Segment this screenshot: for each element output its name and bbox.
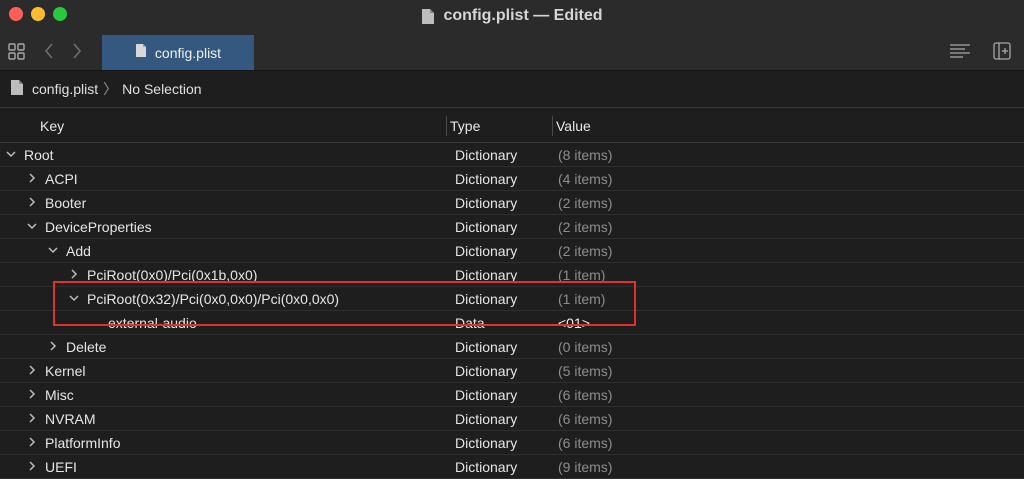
document-icon bbox=[421, 8, 435, 25]
chevron-right-icon[interactable] bbox=[46, 338, 60, 354]
minimize-window-button[interactable] bbox=[31, 7, 45, 21]
row-value[interactable]: (2 items) bbox=[558, 195, 612, 211]
row-type[interactable]: Dictionary bbox=[455, 267, 517, 283]
table-row[interactable]: DeviceProperties Dictionary (2 items) bbox=[0, 215, 1024, 239]
document-icon bbox=[10, 79, 24, 99]
row-key[interactable]: Root bbox=[24, 147, 54, 163]
row-key[interactable]: Delete bbox=[66, 339, 106, 355]
row-type[interactable]: Dictionary bbox=[455, 171, 517, 187]
row-value[interactable]: (2 items) bbox=[558, 219, 612, 235]
table-row[interactable]: Misc Dictionary (6 items) bbox=[0, 383, 1024, 407]
column-header: Key Type Value bbox=[0, 110, 1024, 143]
column-divider[interactable] bbox=[446, 116, 447, 136]
row-type[interactable]: Dictionary bbox=[455, 411, 517, 427]
plist-outline: Root Dictionary (8 items) ACPI Dictionar… bbox=[0, 143, 1024, 479]
row-key[interactable]: NVRAM bbox=[45, 411, 96, 427]
chevron-right-icon[interactable] bbox=[67, 266, 81, 282]
table-row[interactable]: NVRAM Dictionary (6 items) bbox=[0, 407, 1024, 431]
row-key[interactable]: ACPI bbox=[45, 171, 78, 187]
window-title-group: config.plist — Edited bbox=[421, 7, 603, 25]
row-key[interactable]: Booter bbox=[45, 195, 86, 211]
table-row[interactable]: Add Dictionary (2 items) bbox=[0, 239, 1024, 263]
chevron-right-icon[interactable] bbox=[25, 458, 39, 474]
chevron-down-icon[interactable] bbox=[25, 218, 39, 234]
row-type[interactable]: Dictionary bbox=[455, 195, 517, 211]
grid-icon[interactable] bbox=[6, 32, 26, 70]
row-value[interactable]: (5 items) bbox=[558, 363, 612, 379]
maximize-window-button[interactable] bbox=[53, 7, 67, 21]
window-title: config.plist — Edited bbox=[443, 7, 603, 24]
text-lines-icon[interactable] bbox=[948, 32, 972, 70]
chevron-down-icon[interactable] bbox=[67, 290, 81, 306]
table-row[interactable]: external-audio Data <01> bbox=[0, 311, 1024, 335]
row-type[interactable]: Dictionary bbox=[455, 219, 517, 235]
row-value[interactable]: (9 items) bbox=[558, 459, 612, 475]
row-type[interactable]: Dictionary bbox=[455, 459, 517, 475]
row-key[interactable]: PlatformInfo bbox=[45, 435, 120, 451]
tab-config-plist[interactable]: config.plist bbox=[102, 35, 254, 70]
column-value-header[interactable]: Value bbox=[556, 118, 591, 134]
table-row[interactable]: ACPI Dictionary (4 items) bbox=[0, 167, 1024, 191]
toolbar: config.plist bbox=[0, 32, 1024, 71]
row-type[interactable]: Dictionary bbox=[455, 387, 517, 403]
column-divider[interactable] bbox=[552, 116, 553, 136]
chevron-right-icon[interactable] bbox=[25, 194, 39, 210]
document-icon bbox=[135, 43, 147, 63]
row-type[interactable]: Dictionary bbox=[455, 363, 517, 379]
table-row[interactable]: UEFI Dictionary (9 items) bbox=[0, 455, 1024, 479]
row-value[interactable]: (6 items) bbox=[558, 387, 612, 403]
row-value[interactable]: (6 items) bbox=[558, 435, 612, 451]
chevron-right-icon[interactable] bbox=[68, 32, 86, 70]
row-key[interactable]: PciRoot(0x0)/Pci(0x1b,0x0) bbox=[87, 267, 257, 283]
table-row[interactable]: Root Dictionary (8 items) bbox=[0, 143, 1024, 167]
row-type[interactable]: Dictionary bbox=[455, 147, 517, 163]
row-value[interactable]: (1 item) bbox=[558, 291, 605, 307]
table-row[interactable]: PlatformInfo Dictionary (6 items) bbox=[0, 431, 1024, 455]
table-row[interactable]: Booter Dictionary (2 items) bbox=[0, 191, 1024, 215]
plist-editor-window: config.plist — Edited config.plist confi… bbox=[0, 0, 1024, 479]
row-type[interactable]: Data bbox=[455, 315, 485, 331]
row-value[interactable]: (2 items) bbox=[558, 243, 612, 259]
tab-label: config.plist bbox=[154, 44, 222, 61]
chevron-down-icon[interactable] bbox=[4, 146, 18, 162]
row-key[interactable]: Misc bbox=[45, 387, 74, 403]
row-type[interactable]: Dictionary bbox=[455, 339, 517, 355]
chevron-right-icon[interactable] bbox=[25, 434, 39, 450]
chevron-right-icon[interactable] bbox=[25, 386, 39, 402]
table-row[interactable]: PciRoot(0x32)/Pci(0x0,0x0)/Pci(0x0,0x0) … bbox=[0, 287, 1024, 311]
row-type[interactable]: Dictionary bbox=[455, 435, 517, 451]
chevron-left-icon[interactable] bbox=[40, 32, 58, 70]
chevron-right-icon: 〉 bbox=[103, 81, 118, 97]
chevron-right-icon[interactable] bbox=[25, 410, 39, 426]
table-row[interactable]: Delete Dictionary (0 items) bbox=[0, 335, 1024, 359]
column-key-header[interactable]: Key bbox=[40, 118, 64, 134]
row-key[interactable]: Kernel bbox=[45, 363, 85, 379]
inspector-icon[interactable] bbox=[990, 32, 1014, 70]
row-key[interactable]: UEFI bbox=[45, 459, 77, 475]
breadcrumb-selection[interactable]: No Selection bbox=[122, 81, 201, 97]
chevron-right-icon[interactable] bbox=[25, 362, 39, 378]
row-key[interactable]: Add bbox=[66, 243, 91, 259]
row-value[interactable]: <01> bbox=[558, 315, 590, 331]
table-row[interactable]: Kernel Dictionary (5 items) bbox=[0, 359, 1024, 383]
row-value[interactable]: (4 items) bbox=[558, 171, 612, 187]
column-type-header[interactable]: Type bbox=[450, 118, 480, 134]
breadcrumb-file[interactable]: config.plist bbox=[32, 81, 98, 97]
chevron-down-icon[interactable] bbox=[46, 242, 60, 258]
row-key[interactable]: DeviceProperties bbox=[45, 219, 152, 235]
row-value[interactable]: (0 items) bbox=[558, 339, 612, 355]
window-controls bbox=[9, 7, 67, 21]
row-value[interactable]: (8 items) bbox=[558, 147, 612, 163]
row-value[interactable]: (6 items) bbox=[558, 411, 612, 427]
row-key[interactable]: PciRoot(0x32)/Pci(0x0,0x0)/Pci(0x0,0x0) bbox=[87, 291, 339, 307]
row-type[interactable]: Dictionary bbox=[455, 243, 517, 259]
close-window-button[interactable] bbox=[9, 7, 23, 21]
row-type[interactable]: Dictionary bbox=[455, 291, 517, 307]
chevron-right-icon[interactable] bbox=[25, 170, 39, 186]
row-value[interactable]: (1 item) bbox=[558, 267, 605, 283]
table-row[interactable]: PciRoot(0x0)/Pci(0x1b,0x0) Dictionary (1… bbox=[0, 263, 1024, 287]
breadcrumb: config.plist 〉 No Selection bbox=[0, 71, 1024, 108]
title-bar: config.plist — Edited bbox=[0, 0, 1024, 32]
row-key[interactable]: external-audio bbox=[108, 315, 197, 331]
